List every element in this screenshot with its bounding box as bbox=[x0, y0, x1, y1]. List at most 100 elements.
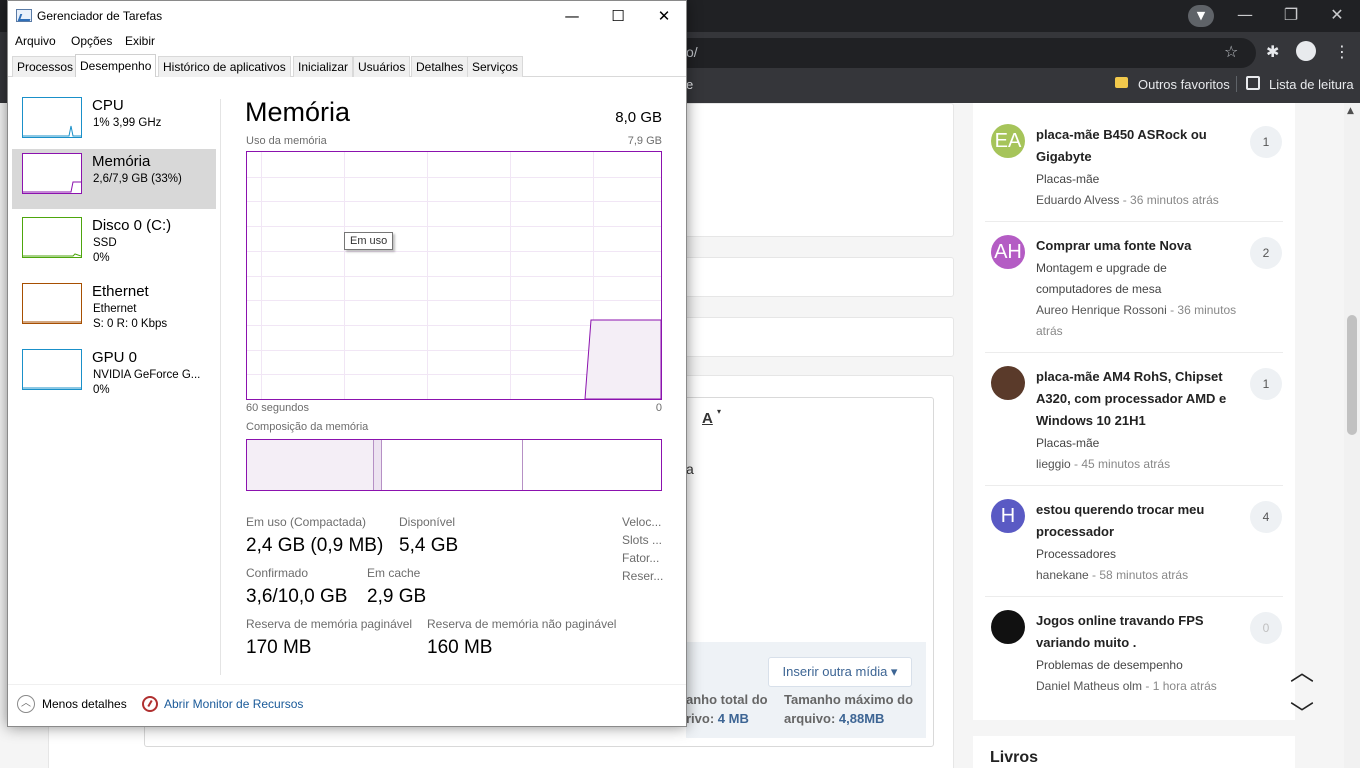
feed-item[interactable]: Jogos online travando FPS variando muito… bbox=[985, 610, 1283, 708]
available-label: Disponível bbox=[399, 515, 456, 529]
feed-meta: hanekane - 58 minutos atrás bbox=[1036, 565, 1246, 586]
avatar[interactable]: AH bbox=[991, 235, 1025, 269]
resource-name: Disco 0 (C:) bbox=[92, 217, 172, 234]
nonpaged-pool-value: 160 MB bbox=[427, 637, 493, 658]
avatar[interactable]: H bbox=[991, 499, 1025, 533]
maximize-button[interactable]: ☐ bbox=[595, 1, 641, 31]
feed-category[interactable]: Placas-mãe bbox=[1036, 169, 1246, 190]
close-button[interactable]: ✕ bbox=[641, 1, 687, 31]
address-bar[interactable] bbox=[600, 38, 1256, 68]
feed-title[interactable]: placa-mãe B450 ASRock ou Gigabyte bbox=[1036, 124, 1236, 168]
feed-category[interactable]: Montagem e upgrade de computadores de me… bbox=[1036, 258, 1246, 300]
speed-label: Veloc... bbox=[622, 515, 662, 529]
avatar[interactable]: EA bbox=[991, 124, 1025, 158]
resource-item[interactable]: Memória 2,6/7,9 GB (33%) bbox=[12, 149, 216, 209]
desktop: ▼ — ❐ ✕ o/ ☆ ✱ ⋮ e Outros favoritos List… bbox=[0, 0, 1360, 768]
feed-title[interactable]: Jogos online travando FPS variando muito… bbox=[1036, 610, 1236, 654]
reply-count-badge: 0 bbox=[1250, 612, 1282, 644]
tab-usuarios[interactable]: Usuários bbox=[353, 56, 411, 77]
browser-menu-icon[interactable]: ⋮ bbox=[1334, 42, 1350, 61]
resource-item[interactable]: CPU 1% 3,99 GHz bbox=[12, 93, 216, 153]
less-details-button[interactable]: Menos detalhes bbox=[42, 697, 127, 711]
feed-author[interactable]: hanekane bbox=[1036, 568, 1089, 582]
tab-search-button[interactable]: ▼ bbox=[1188, 5, 1214, 27]
resource-mini-graph bbox=[22, 349, 82, 390]
scroll-up-arrow-icon[interactable]: ︿ bbox=[1290, 652, 1314, 687]
feed-title[interactable]: placa-mãe AM4 RohS, Chipset A320, com pr… bbox=[1036, 366, 1236, 432]
scroll-down-arrow-icon[interactable]: ﹀ bbox=[1290, 694, 1314, 729]
feed-author[interactable]: Aureo Henrique Rossoni bbox=[1036, 303, 1167, 317]
tab-strip: Processos Desempenho Histórico de aplica… bbox=[8, 54, 686, 78]
feed-item[interactable]: AH Comprar uma fonte Nova Montagem e upgra… bbox=[985, 235, 1283, 353]
page-scrollbar[interactable] bbox=[1344, 103, 1360, 768]
menu-opcoes[interactable]: Opções bbox=[71, 34, 112, 48]
feed-item[interactable]: EA placa-mãe B450 ASRock ou Gigabyte Placa… bbox=[985, 124, 1283, 222]
feed-author[interactable]: Daniel Matheus olm bbox=[1036, 679, 1142, 693]
task-manager-footer: ︿ Menos detalhes Abrir Monitor de Recurs… bbox=[8, 684, 686, 726]
avatar[interactable] bbox=[991, 366, 1025, 400]
resource-item[interactable]: Disco 0 (C:) SSD 0% bbox=[12, 213, 216, 273]
upload-max-label: Tamanho máximo do bbox=[784, 692, 914, 707]
composition-standby[interactable] bbox=[382, 440, 523, 490]
feed-title[interactable]: estou querendo trocar meu processador bbox=[1036, 499, 1236, 543]
tab-inicializar[interactable]: Inicializar bbox=[293, 56, 354, 77]
browser-close-button[interactable]: ✕ bbox=[1314, 0, 1360, 30]
folder-icon bbox=[1115, 77, 1128, 88]
memory-composition-bar[interactable] bbox=[246, 439, 662, 491]
feed-category[interactable]: Problemas de desempenho bbox=[1036, 655, 1246, 676]
bookmark-reading-list[interactable]: Lista de leitura bbox=[1269, 77, 1354, 92]
resource-item[interactable]: GPU 0 NVIDIA GeForce G... 0% bbox=[12, 345, 216, 405]
feed-author[interactable]: lieggio bbox=[1036, 457, 1071, 471]
feed-time: - 45 minutos atrás bbox=[1070, 457, 1171, 471]
task-manager-titlebar[interactable]: Gerenciador de Tarefas — ☐ ✕ bbox=[8, 1, 686, 31]
resource-detail: NVIDIA GeForce G... bbox=[93, 369, 201, 381]
tab-historico[interactable]: Histórico de aplicativos bbox=[158, 56, 291, 77]
resource-item[interactable]: Ethernet Ethernet S: 0 R: 0 Kbps bbox=[12, 279, 216, 339]
scrollbar-thumb[interactable] bbox=[1347, 315, 1357, 435]
minimize-button[interactable]: — bbox=[549, 1, 595, 31]
feed-item[interactable]: placa-mãe AM4 RohS, Chipset A320, com pr… bbox=[985, 366, 1283, 486]
extensions-icon[interactable]: ✱ bbox=[1266, 42, 1279, 61]
resource-detail: 2,6/7,9 GB (33%) bbox=[93, 173, 182, 185]
avatar[interactable] bbox=[991, 610, 1025, 644]
resource-name: Ethernet bbox=[92, 283, 149, 300]
upload-total-amount: 4 MB bbox=[717, 711, 749, 726]
feed-item[interactable]: Hestou querendo trocar meu processador Pr… bbox=[985, 499, 1283, 597]
scrollbar-up-icon[interactable]: ▲ bbox=[1347, 106, 1354, 116]
font-color-dropdown-icon[interactable]: ▾ bbox=[717, 407, 721, 416]
tab-desempenho[interactable]: Desempenho bbox=[75, 54, 157, 78]
open-resource-monitor-link[interactable]: Abrir Monitor de Recursos bbox=[164, 697, 303, 711]
feed-time: - 36 minutos atrás bbox=[1119, 193, 1219, 207]
feed-category[interactable]: Placas-mãe bbox=[1036, 433, 1246, 454]
composition-modified[interactable] bbox=[374, 440, 382, 490]
feed-title[interactable]: Comprar uma fonte Nova bbox=[1036, 235, 1236, 257]
bookmark-other-favorites[interactable]: Outros favoritos bbox=[1138, 77, 1230, 92]
tab-servicos[interactable]: Serviços bbox=[467, 56, 524, 77]
tab-detalhes[interactable]: Detalhes bbox=[411, 56, 469, 77]
reading-list-icon bbox=[1246, 76, 1260, 90]
feed-category[interactable]: Processadores bbox=[1036, 544, 1246, 565]
mini-sparkline bbox=[23, 387, 81, 389]
menu-arquivo[interactable]: Arquivo bbox=[15, 34, 56, 48]
feed-author[interactable]: Eduardo Alvess bbox=[1036, 193, 1119, 207]
insert-media-button[interactable]: Inserir outra mídia ▾ bbox=[768, 657, 912, 687]
memory-usage-graph[interactable] bbox=[246, 151, 662, 400]
tab-processos[interactable]: Processos bbox=[12, 56, 79, 77]
bookmark-item[interactable]: e bbox=[686, 77, 693, 92]
usage-label: Uso da memória bbox=[246, 135, 327, 147]
cached-label: Em cache bbox=[367, 566, 421, 580]
menu-exibir[interactable]: Exibir bbox=[125, 34, 155, 48]
font-color-button[interactable]: A bbox=[702, 410, 713, 427]
composition-in-use[interactable] bbox=[247, 440, 374, 490]
editor-content[interactable]: a bbox=[686, 461, 694, 477]
bookmark-star-icon[interactable]: ☆ bbox=[1224, 42, 1238, 61]
resource-detail: SSD bbox=[93, 237, 117, 249]
paged-pool-label: Reserva de memória paginável bbox=[246, 617, 413, 631]
browser-restore-button[interactable]: ❐ bbox=[1268, 0, 1314, 30]
sparkline-path bbox=[23, 125, 81, 137]
profile-avatar-icon[interactable] bbox=[1296, 41, 1316, 61]
browser-minimize-button[interactable]: — bbox=[1222, 0, 1268, 30]
reply-count-badge: 2 bbox=[1250, 237, 1282, 269]
chevron-up-icon[interactable]: ︿ bbox=[17, 695, 35, 713]
sparkline-path bbox=[23, 253, 81, 257]
